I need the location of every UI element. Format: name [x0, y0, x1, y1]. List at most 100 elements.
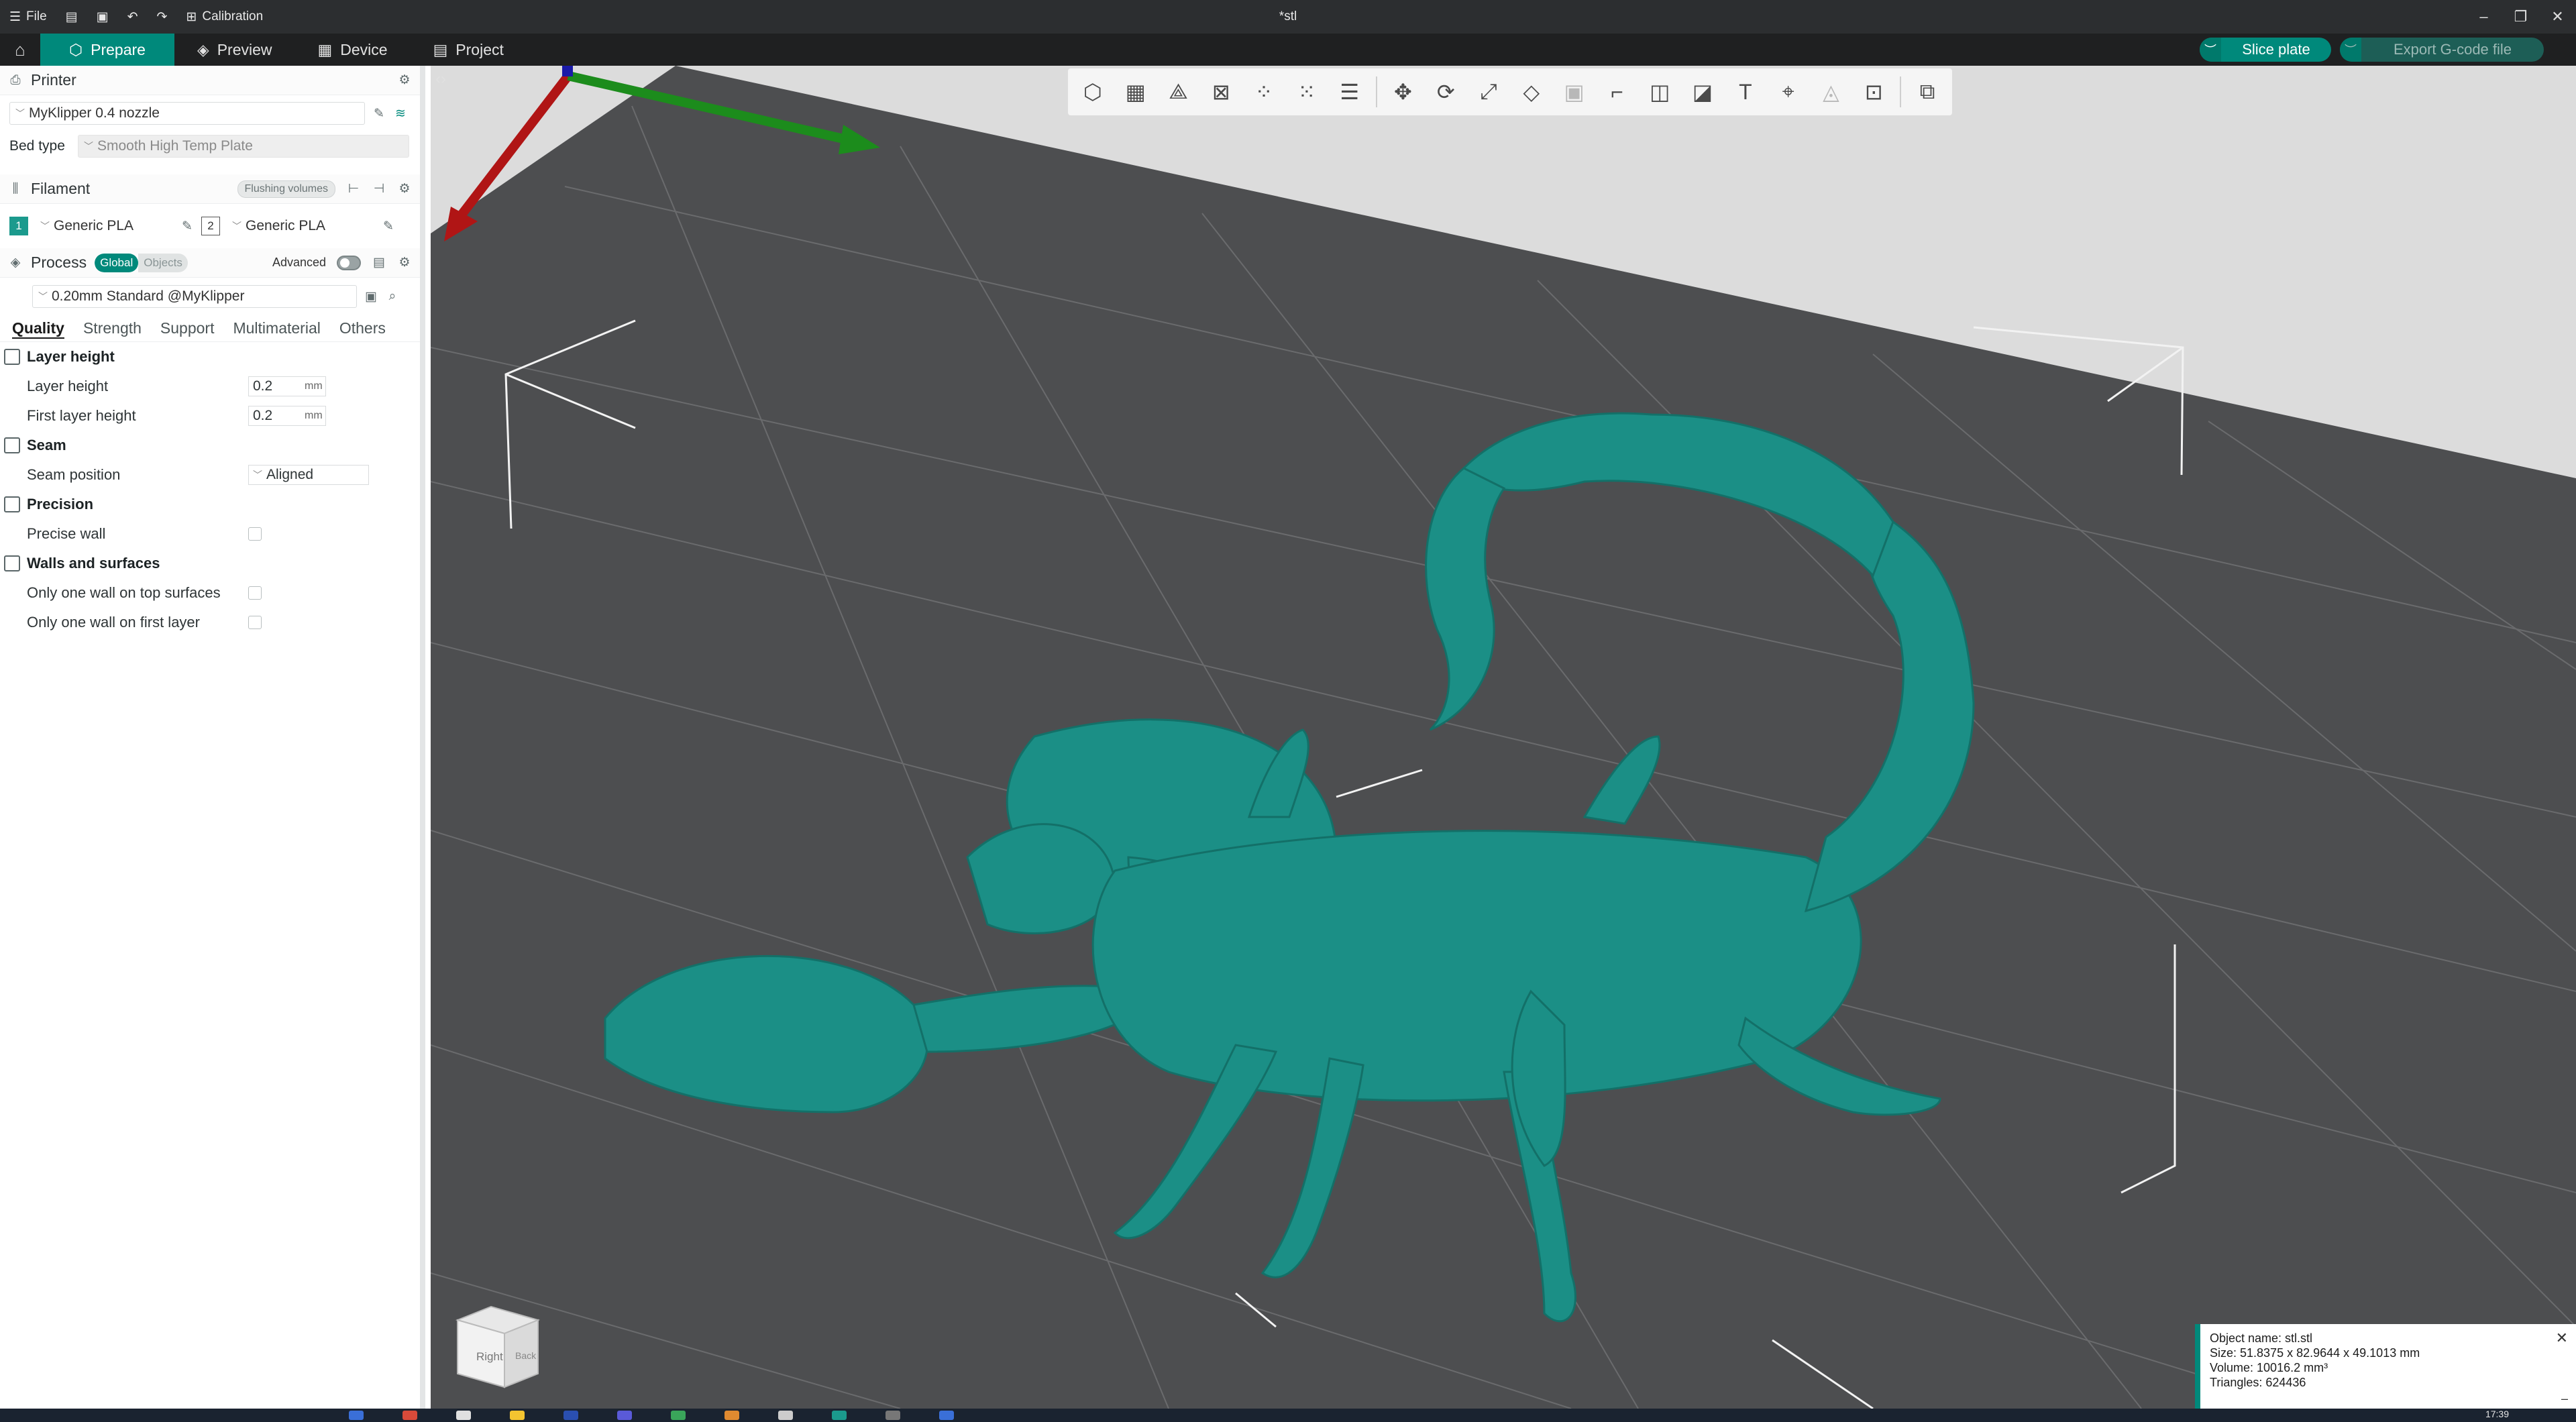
- bed-type-select[interactable]: ﹀ Smooth High Temp Plate: [78, 135, 409, 158]
- redo-button[interactable]: ↷: [148, 0, 177, 34]
- measure-icon[interactable]: ⌖: [1772, 75, 1805, 109]
- printer-settings-icon[interactable]: ⚙: [397, 73, 412, 88]
- restore-button[interactable]: ❐: [2502, 0, 2539, 34]
- move-icon[interactable]: ✥: [1387, 75, 1420, 109]
- taskbar-app-icon[interactable]: [885, 1411, 900, 1420]
- close-window-button[interactable]: ✕: [2539, 0, 2576, 34]
- one-wall-top-checkbox[interactable]: [248, 586, 262, 600]
- remove-filament-icon[interactable]: ⊣: [372, 182, 386, 197]
- calibration-menu[interactable]: ⊞ Calibration: [176, 0, 272, 34]
- taskbar-app-icon[interactable]: [832, 1411, 847, 1420]
- close-icon[interactable]: ✕: [2556, 1331, 2568, 1346]
- collapse-sidebar-button[interactable]: ‹›: [431, 66, 451, 93]
- rotate-icon[interactable]: ⟳: [1429, 75, 1462, 109]
- undo-button[interactable]: ↶: [118, 0, 148, 34]
- arrange-icon[interactable]: ⊠: [1204, 75, 1238, 109]
- taskbar-app-icon[interactable]: [510, 1411, 525, 1420]
- bed-type-label: Bed type: [9, 138, 65, 154]
- view-cube[interactable]: Right Back: [451, 1300, 545, 1394]
- edit-printer-icon[interactable]: ✎: [372, 106, 386, 121]
- filament-slot-1-badge[interactable]: 1: [9, 217, 28, 235]
- taskbar-app-icon[interactable]: [939, 1411, 954, 1420]
- process-preset-select[interactable]: ﹀ 0.20mm Standard @MyKlipper: [32, 285, 357, 308]
- taskbar-app-icon[interactable]: [402, 1411, 417, 1420]
- tab-device[interactable]: ▦ Device: [295, 34, 411, 66]
- subtab-support[interactable]: Support: [151, 315, 224, 342]
- minimize-icon[interactable]: –: [2561, 1391, 2568, 1406]
- file-menu[interactable]: ☰ File: [0, 0, 56, 34]
- taskbar-app-icon[interactable]: [778, 1411, 793, 1420]
- wifi-icon[interactable]: ≋: [393, 106, 408, 121]
- subtab-multimaterial[interactable]: Multimaterial: [223, 315, 329, 342]
- slice-dropdown-icon[interactable]: ︶: [2200, 38, 2221, 62]
- text-icon[interactable]: T: [1729, 75, 1762, 109]
- variable-layer-icon[interactable]: ☰: [1333, 75, 1366, 109]
- process-settings-icon[interactable]: ⚙: [397, 256, 412, 270]
- filament-slot-2-name: Generic PLA: [246, 218, 326, 233]
- edit-filament-1-icon[interactable]: ✎: [180, 219, 195, 233]
- subtab-strength[interactable]: Strength: [74, 315, 151, 342]
- export-dropdown-icon[interactable]: ︶: [2340, 38, 2361, 62]
- printer-section-title: Printer: [31, 71, 76, 89]
- layer-height-group: Layer height: [0, 342, 420, 372]
- seam-position-value: Aligned: [266, 467, 314, 482]
- filament-slot-1-select[interactable]: ﹀ Generic PLA: [35, 215, 173, 237]
- mesh-boolean-icon[interactable]: ⊡: [1857, 75, 1890, 109]
- one-wall-first-checkbox[interactable]: [248, 616, 262, 629]
- split-parts-icon[interactable]: ⁙: [1290, 75, 1324, 109]
- color-paint-icon[interactable]: ◪: [1686, 75, 1719, 109]
- compare-presets-icon[interactable]: ▤: [372, 256, 386, 270]
- object-name: Object name: stl.stl: [2210, 1331, 2313, 1345]
- export-gcode-button[interactable]: ︶ Export G-code file: [2340, 38, 2544, 62]
- support-paint-icon[interactable]: ⌐: [1601, 75, 1634, 109]
- auto-orient-icon[interactable]: ⟁: [1162, 75, 1195, 109]
- add-filament-icon[interactable]: ⊢: [346, 182, 361, 197]
- edit-filament-2-icon[interactable]: ✎: [381, 219, 396, 233]
- save-preset-icon[interactable]: ▣: [364, 289, 378, 304]
- notes-button[interactable]: ▤: [56, 0, 87, 34]
- filament-slot-2-badge[interactable]: 2: [201, 217, 220, 235]
- advanced-toggle[interactable]: [337, 255, 361, 270]
- subtab-quality[interactable]: Quality: [3, 315, 74, 342]
- scale-icon[interactable]: ⤢: [1472, 75, 1505, 109]
- add-plate-icon[interactable]: ▦: [1119, 75, 1152, 109]
- cut-icon[interactable]: ▣: [1558, 75, 1591, 109]
- search-icon[interactable]: ⌕: [385, 289, 400, 304]
- precise-wall-checkbox[interactable]: [248, 527, 262, 541]
- assembly-icon[interactable]: ◬: [1815, 75, 1848, 109]
- main-tab-bar: ⌂ ⬡ Prepare ◈ Preview ▦ Device ▤ Project: [0, 34, 2576, 66]
- view-options-icon[interactable]: ⧉: [1911, 75, 1944, 109]
- filament-settings-icon[interactable]: ⚙: [397, 182, 412, 197]
- redo-icon: ↷: [156, 9, 168, 24]
- filament-slot-2-select[interactable]: ﹀ Generic PLA: [227, 215, 374, 237]
- home-button[interactable]: ⌂: [0, 34, 40, 66]
- bed-type-row: Bed type ﹀ Smooth High Temp Plate: [0, 131, 420, 161]
- taskbar-app-icon[interactable]: [456, 1411, 471, 1420]
- lay-on-face-icon[interactable]: ◇: [1515, 75, 1548, 109]
- one-wall-top-option: Only one wall on top surfaces: [0, 578, 420, 608]
- taskbar-app-icon[interactable]: [349, 1411, 364, 1420]
- add-object-icon[interactable]: ⬡: [1076, 75, 1110, 109]
- taskbar-app-icon[interactable]: [671, 1411, 686, 1420]
- taskbar-app-icon[interactable]: [724, 1411, 739, 1420]
- subtab-others[interactable]: Others: [330, 315, 395, 342]
- tab-prepare[interactable]: ⬡ Prepare: [40, 34, 174, 66]
- seam-paint-icon[interactable]: ◫: [1643, 75, 1676, 109]
- flushing-volumes-button[interactable]: Flushing volumes: [237, 180, 335, 198]
- minimize-button[interactable]: –: [2465, 0, 2502, 34]
- slice-plate-button[interactable]: ︶ Slice plate: [2200, 38, 2331, 62]
- split-objects-icon[interactable]: ⁘: [1247, 75, 1281, 109]
- save-button[interactable]: ▣: [87, 0, 118, 34]
- printer-select[interactable]: ﹀ MyKlipper 0.4 nozzle: [9, 102, 365, 125]
- seam-position-option: Seam position ﹀ Aligned: [0, 460, 420, 490]
- global-scope-button[interactable]: Global: [95, 253, 139, 272]
- 3d-viewport[interactable]: ‹› ⬡ ▦ ⟁ ⊠ ⁘ ⁙ ☰ ✥ ⟳ ⤢ ◇ ▣ ⌐ ◫ ◪ T ⌖ ◬ ⊡…: [431, 66, 2576, 1409]
- document-title: *stl: [1279, 9, 1297, 23]
- taskbar-app-icon[interactable]: [617, 1411, 632, 1420]
- taskbar-app-icon[interactable]: [564, 1411, 578, 1420]
- scene-canvas[interactable]: [431, 66, 2576, 1409]
- seam-position-select[interactable]: ﹀ Aligned: [248, 465, 369, 485]
- tab-project[interactable]: ▤ Project: [411, 34, 527, 66]
- objects-scope-button[interactable]: Objects: [138, 253, 188, 272]
- tab-preview[interactable]: ◈ Preview: [174, 34, 295, 66]
